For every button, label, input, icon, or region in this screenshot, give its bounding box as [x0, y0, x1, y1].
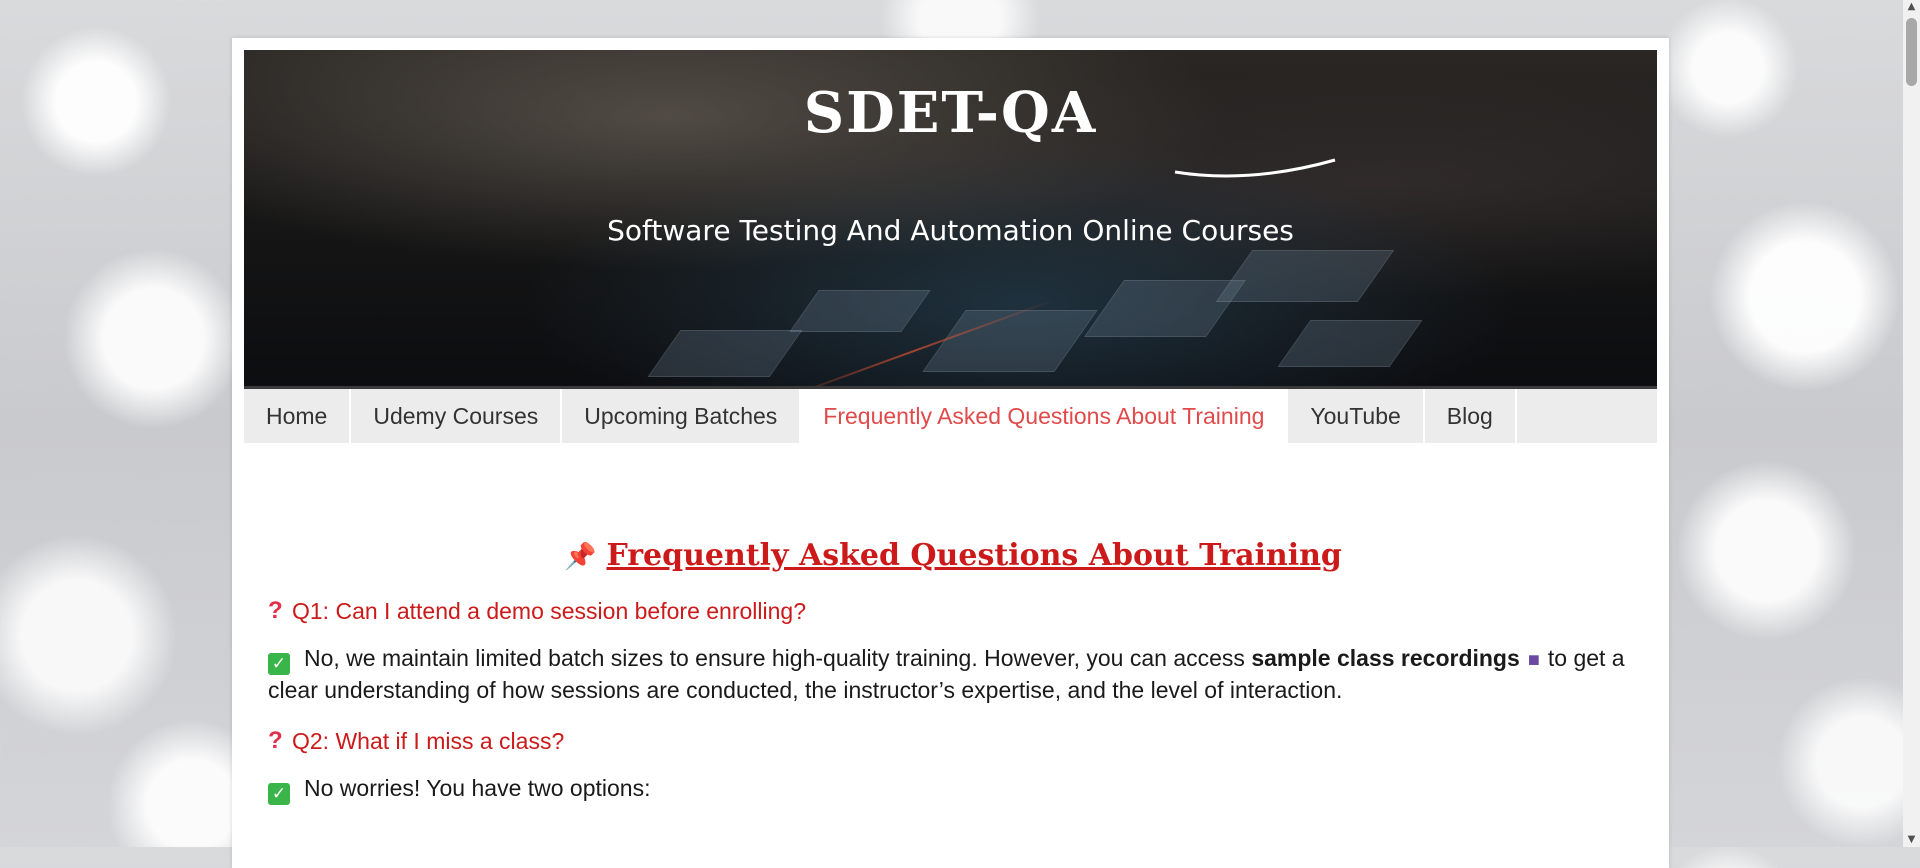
video-camera-icon: ■: [1527, 649, 1540, 671]
faq-heading-text: Frequently Asked Questions About Trainin…: [606, 538, 1342, 573]
nav-item-youtube[interactable]: YouTube: [1288, 389, 1425, 443]
faq-question-2-text: Q2: What if I miss a class?: [292, 727, 565, 754]
faq-answer-2-text: No worries! You have two options:: [304, 775, 651, 801]
banner-decor-tile: [1084, 280, 1246, 337]
faq-answer-2: ✓ No worries! You have two options:: [268, 773, 1638, 805]
faq-question-1-text: Q1: Can I attend a demo session before e…: [292, 597, 806, 624]
faq-content: 📌 Frequently Asked Questions About Traini…: [268, 538, 1638, 827]
scroll-down-arrow-icon[interactable]: ▼: [1903, 833, 1920, 847]
faq-answer-1: ✓ No, we maintain limited batch sizes to …: [268, 643, 1638, 705]
faq-answer-1-bold: sample class recordings: [1251, 645, 1520, 671]
nav-item-home[interactable]: Home: [244, 389, 352, 443]
nav-item-faq[interactable]: Frequently Asked Questions About Trainin…: [801, 389, 1289, 443]
scrollbar-thumb[interactable]: [1906, 18, 1917, 86]
site-header-banner: SDET-QA Software Testing And Automation …: [244, 50, 1657, 386]
question-mark-icon: ?: [268, 727, 283, 754]
title-swoosh-decor: [1174, 158, 1336, 178]
pushpin-icon: 📌: [564, 542, 597, 572]
faq-heading: 📌 Frequently Asked Questions About Traini…: [268, 538, 1638, 573]
banner-decor-tile: [789, 290, 931, 332]
page-container: SDET-QA Software Testing And Automation …: [232, 38, 1669, 868]
nav-item-blog[interactable]: Blog: [1425, 389, 1517, 443]
check-mark-icon: ✓: [268, 783, 290, 805]
main-navigation: Home Udemy Courses Upcoming Batches Freq…: [244, 386, 1657, 443]
banner-decor-tile: [1215, 250, 1395, 302]
faq-answer-1-part1: No, we maintain limited batch sizes to e…: [304, 645, 1252, 671]
banner-decor-tile: [647, 330, 803, 377]
nav-item-udemy-courses[interactable]: Udemy Courses: [351, 389, 563, 443]
site-title[interactable]: SDET-QA: [244, 80, 1657, 146]
faq-question-1: ? Q1: Can I attend a demo session before…: [268, 597, 1638, 625]
site-tagline: Software Testing And Automation Online C…: [607, 214, 1294, 247]
scroll-up-arrow-icon[interactable]: ▲: [1903, 0, 1920, 14]
check-mark-icon: ✓: [268, 653, 290, 675]
nav-item-upcoming-batches[interactable]: Upcoming Batches: [562, 389, 802, 443]
vertical-scrollbar[interactable]: ▲ ▼: [1903, 0, 1920, 847]
banner-decor-tile: [922, 310, 1098, 372]
faq-question-2: ? Q2: What if I miss a class?: [268, 727, 1638, 755]
question-mark-icon: ?: [268, 597, 283, 624]
banner-decor-tile: [1277, 320, 1423, 367]
